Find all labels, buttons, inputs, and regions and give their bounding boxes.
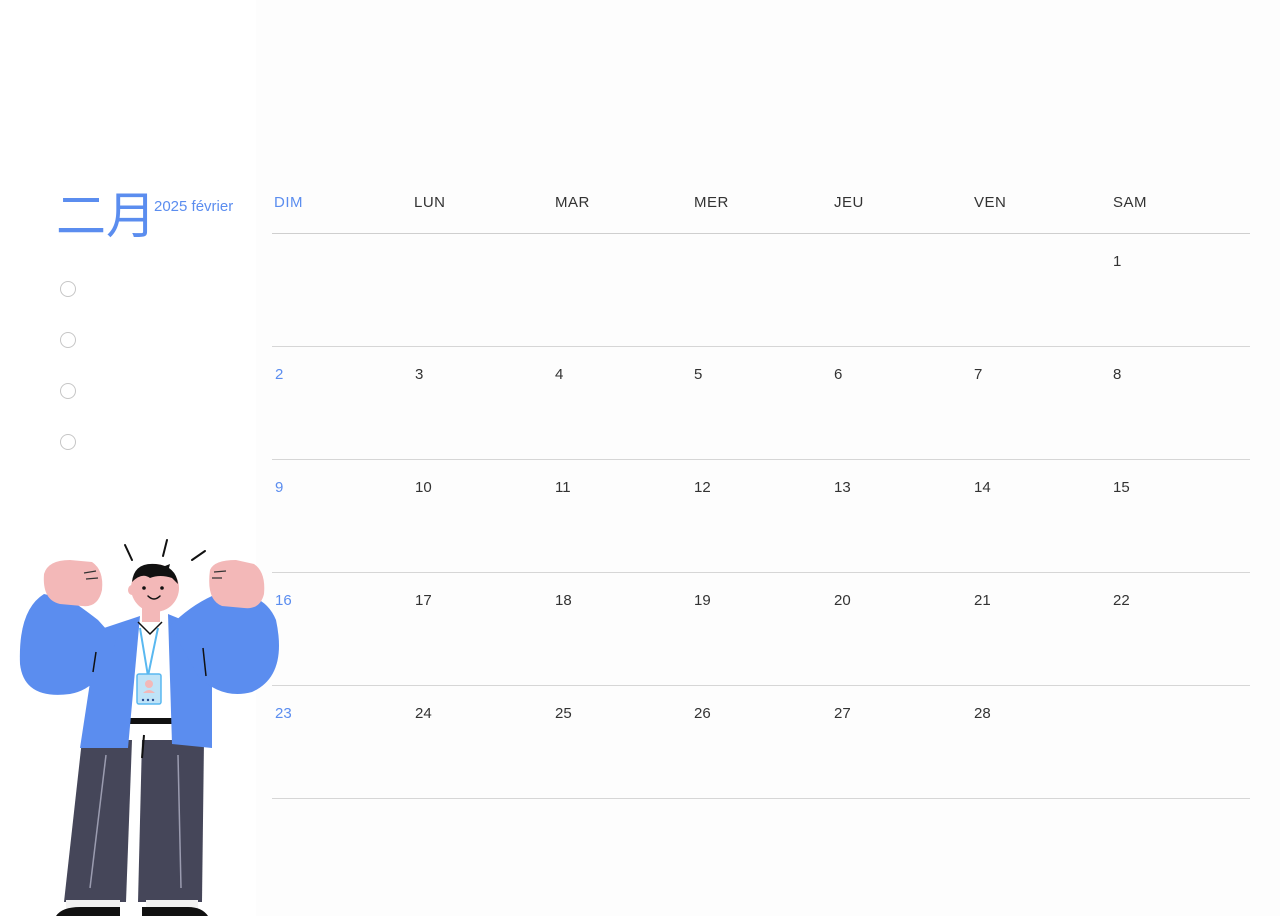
week-row: 23 24 25 26 27 28 — [272, 686, 1250, 799]
day-cell[interactable]: 1 — [1113, 253, 1121, 270]
day-cell[interactable]: 13 — [834, 479, 851, 496]
day-cell[interactable]: 19 — [694, 592, 711, 609]
weekday-friday: VEN — [974, 194, 1007, 211]
day-cell[interactable]: 17 — [415, 592, 432, 609]
month-subtitle: 2025 février — [154, 198, 234, 215]
day-cell[interactable]: 22 — [1113, 592, 1130, 609]
day-cell[interactable]: 15 — [1113, 479, 1130, 496]
day-cell[interactable]: 28 — [974, 705, 991, 722]
weekday-thursday: JEU — [834, 194, 864, 211]
day-cell[interactable]: 5 — [694, 366, 702, 383]
weekday-saturday: SAM — [1113, 194, 1148, 211]
day-cell[interactable]: 8 — [1113, 366, 1121, 383]
week-row: 9 10 11 12 13 14 15 — [272, 460, 1250, 573]
day-cell[interactable]: 9 — [275, 479, 283, 496]
day-cell[interactable]: 12 — [694, 479, 711, 496]
day-cell[interactable]: 27 — [834, 705, 851, 722]
day-cell[interactable]: 4 — [555, 366, 563, 383]
day-cell[interactable]: 21 — [974, 592, 991, 609]
week-row: 2 3 4 5 6 7 8 — [272, 347, 1250, 460]
day-cell[interactable]: 25 — [555, 705, 572, 722]
checkbox-circle[interactable] — [60, 383, 76, 399]
weekday-wednesday: MER — [694, 194, 729, 211]
week-row: 1 — [272, 234, 1250, 347]
month-calendar: DIM LUN MAR MER JEU VEN SAM 1 2 3 4 5 6 … — [272, 190, 1250, 799]
month-title: 二月 — [56, 187, 156, 245]
cheering-person-icon — [19, 539, 279, 916]
weekday-monday: LUN — [414, 194, 446, 211]
checkbox-circle[interactable] — [60, 281, 76, 297]
weekday-tuesday: MAR — [555, 194, 590, 211]
day-cell[interactable]: 14 — [974, 479, 991, 496]
day-cell[interactable]: 18 — [555, 592, 572, 609]
day-cell[interactable]: 3 — [415, 366, 423, 383]
day-cell[interactable]: 26 — [694, 705, 711, 722]
day-cell[interactable]: 2 — [275, 366, 283, 383]
day-cell[interactable]: 10 — [415, 479, 432, 496]
weekday-header-row: DIM LUN MAR MER JEU VEN SAM — [272, 190, 1250, 234]
weekday-sunday: DIM — [274, 194, 303, 211]
day-cell[interactable]: 20 — [834, 592, 851, 609]
day-cell[interactable]: 6 — [834, 366, 842, 383]
checklist — [60, 281, 76, 485]
day-cell[interactable]: 11 — [555, 479, 571, 496]
day-cell[interactable]: 7 — [974, 366, 982, 383]
week-row: 16 17 18 19 20 21 22 — [272, 573, 1250, 686]
checkbox-circle[interactable] — [60, 434, 76, 450]
day-cell[interactable]: 24 — [415, 705, 432, 722]
checkbox-circle[interactable] — [60, 332, 76, 348]
